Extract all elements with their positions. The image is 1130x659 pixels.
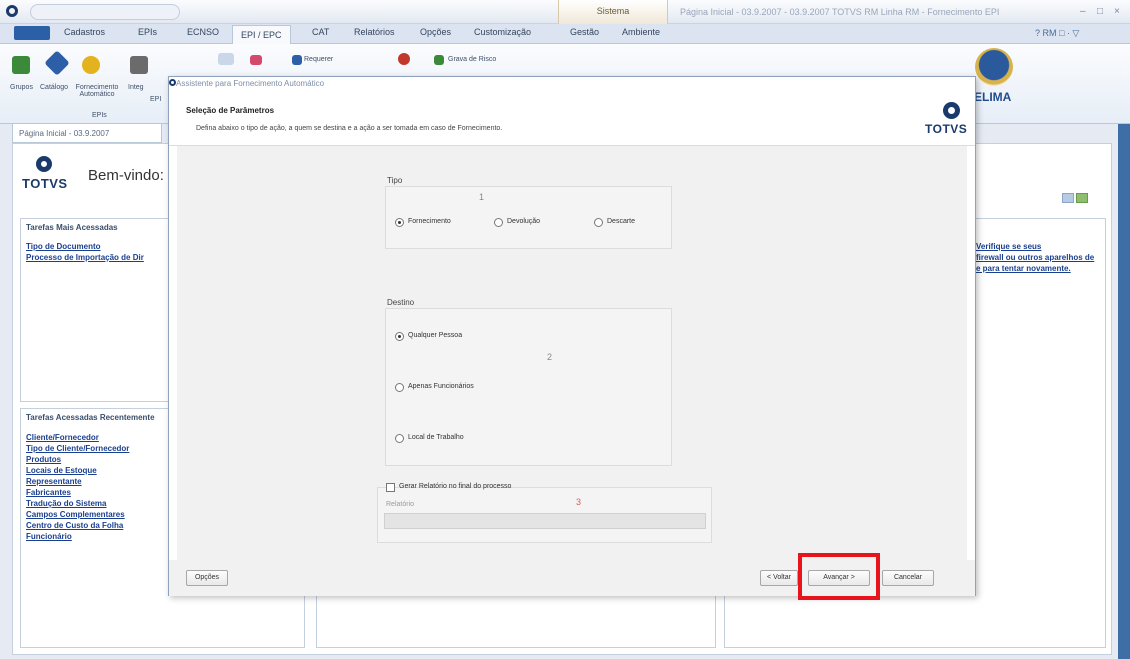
ribbon-grava-de-risco[interactable]: Grava de Risco [448,56,496,63]
radio-qualquer-pessoa[interactable] [395,332,404,341]
back-button[interactable]: < Voltar [760,570,798,586]
recent-link-tipo-cliente[interactable]: Tipo de Cliente/Fornecedor [26,443,129,454]
radio-apenas-funcionarios-label[interactable]: Apenas Funcionários [408,383,474,390]
app-icon[interactable] [6,5,18,17]
recent-link-campos[interactable]: Campos Complementares [26,509,125,520]
integration-icon[interactable] [130,56,148,74]
options-button[interactable]: Opções [186,570,228,586]
recent-link-funcionario[interactable]: Funcionário [26,531,72,542]
requerer-icon[interactable] [292,55,302,65]
tab-ambiente[interactable]: Ambiente [622,27,660,37]
radio-descarte[interactable] [594,218,603,227]
ribbon-fornecimento-automatico[interactable]: Fornecimento Automático [68,84,126,98]
radio-descarte-label[interactable]: Descarte [607,218,635,225]
fav-link-tipo-documento[interactable]: Tipo de Documento [26,241,101,252]
gerar-relatorio-label[interactable]: Gerar Relatório no final do processo [399,483,511,490]
recent-link-cliente-fornecedor[interactable]: Cliente/Fornecedor [26,432,99,443]
radio-fornecimento[interactable] [395,218,404,227]
totvs-logo-text: TOTVS [22,176,68,191]
dialog-totvs-logo-icon [943,102,960,119]
ribbon-tab-bar [0,24,1130,44]
tab-opcoes[interactable]: Opções [420,27,451,37]
tab-ecnso[interactable]: ECNSO [187,27,219,37]
relatorio-field-label: Relatório [386,501,415,508]
radio-qualquer-pessoa-label[interactable]: Qualquer Pessoa [408,332,462,339]
dialog-header [169,90,975,146]
radio-fornecimento-label[interactable]: Fornecimento [408,218,451,225]
dialog-heading: Seleção de Parâmetros [186,106,275,115]
recent-link-traducao[interactable]: Tradução do Sistema [26,498,106,509]
radio-apenas-funcionarios[interactable] [395,383,404,392]
news-link-1[interactable]: Verifique se seus [976,241,1041,252]
quick-access-toolbar[interactable] [30,4,180,20]
risk-icon[interactable] [398,53,410,65]
gerar-relatorio-checkbox[interactable] [386,483,395,492]
radio-local-trabalho-label[interactable]: Local de Trabalho [408,434,464,441]
welcome-text: Bem-vindo: m [88,167,181,184]
ribbon-catalogo[interactable]: Catálogo [40,84,68,91]
favorites-title: Tarefas Mais Acessadas [26,223,118,232]
export-icon[interactable] [1076,193,1088,203]
elima-logo-text: ELIMA [974,90,1012,104]
elima-seal-logo [975,48,1013,86]
groups-icon[interactable] [12,56,30,74]
ribbon-integ[interactable]: Integ [128,84,144,91]
tab-epis[interactable]: EPIs [138,27,157,37]
context-tab-sistema[interactable]: Sistema [558,0,668,24]
step-marker-1: 1 [479,192,485,202]
ribbon-epi[interactable]: EPI [150,96,161,103]
maximize-button[interactable]: □ [1097,6,1103,17]
dialog-app-icon [169,79,176,86]
relatorio-select [384,513,706,529]
radio-devolucao-label[interactable]: Devolução [507,218,540,225]
help-controls[interactable]: ? RM □ · ▽ [1035,28,1079,39]
window-title: Página Inicial - 03.9.2007 - 03.9.2007 T… [680,7,1000,17]
recent-link-representante[interactable]: Representante [26,476,82,487]
totvs-logo-icon [36,156,52,172]
grava-icon[interactable] [434,55,444,65]
dialog-description: Defina abaixo o tipo de ação, a quem se … [196,125,503,132]
refresh-icon[interactable] [1062,193,1074,203]
tab-relatorios[interactable]: Relatórios [354,27,395,37]
tab-gestao[interactable]: Gestão [570,27,599,37]
radio-local-trabalho[interactable] [395,434,404,443]
step-marker-3: 3 [576,497,582,507]
step-marker-2: 2 [547,352,553,362]
tab-epi-epc[interactable]: EPI / EPC [232,25,291,44]
ribbon-grupos[interactable]: Grupos [10,84,33,91]
minimize-button[interactable]: – [1080,6,1086,17]
chart-icon[interactable] [250,55,262,65]
tab-pagina-inicial[interactable]: Página Inicial - 03.9.2007 [12,123,162,143]
ribbon-group-epis: EPIs [92,112,107,119]
cancel-button[interactable]: Cancelar [882,570,934,586]
auto-supply-icon[interactable] [82,56,100,74]
next-button-highlight [798,553,880,600]
recent-link-locais-estoque[interactable]: Locais de Estoque [26,465,97,476]
news-link-2[interactable]: firewall ou outros aparelhos de [976,252,1094,263]
close-button[interactable]: × [1114,6,1120,17]
fav-link-processo-importacao[interactable]: Processo de Importação de Dir [26,252,144,263]
dialog-title: Assistente para Fornecimento Automático [176,79,325,88]
tab-cat[interactable]: CAT [312,27,329,37]
file-menu-button[interactable] [14,26,50,40]
radio-devolucao[interactable] [494,218,503,227]
tab-cadastros[interactable]: Cadastros [64,27,105,37]
news-link-3[interactable]: e para tentar novamente. [976,263,1071,274]
destino-label: Destino [387,298,415,307]
ribbon-requerer[interactable]: Requerer [304,56,333,63]
recent-link-fabricantes[interactable]: Fabricantes [26,487,71,498]
right-side-panel[interactable] [1118,124,1130,659]
epi-icon[interactable] [218,53,234,65]
recent-title: Tarefas Acessadas Recentemente [26,413,155,422]
recent-link-centro-custo[interactable]: Centro de Custo da Folha [26,520,123,531]
tab-customizacao[interactable]: Customização [474,27,531,37]
dialog-totvs-logo-text: TOTVS [925,122,968,136]
recent-link-produtos[interactable]: Produtos [26,454,61,465]
tipo-label: Tipo [387,176,403,185]
